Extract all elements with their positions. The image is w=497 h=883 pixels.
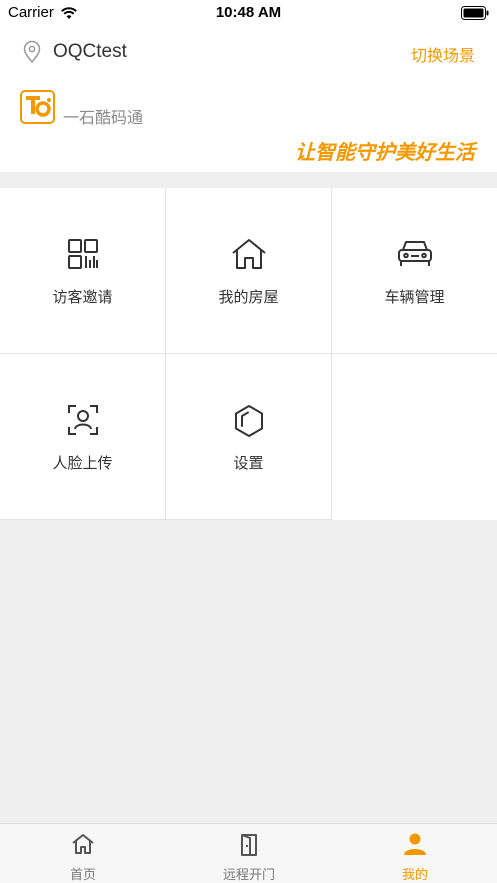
vehicle-management-button[interactable]: 车辆管理 (332, 188, 497, 354)
tab-mine-label: 我的 (401, 868, 428, 883)
tab-remote-door[interactable]: 远程开门 (166, 824, 332, 883)
tab-home-label: 首页 (69, 868, 96, 883)
settings-label: 设置 (233, 454, 264, 472)
vehicle-management-label: 车辆管理 (384, 288, 445, 306)
battery-icon (461, 5, 489, 24)
switch-scene-button[interactable]: 切换场景 (411, 42, 475, 66)
slogan: 让智能守护美好生活 (295, 140, 475, 164)
tab-home[interactable]: 首页 (0, 824, 166, 883)
qr-code-icon (0, 238, 165, 272)
tab-mine[interactable]: 我的 (332, 824, 497, 883)
location-pin-icon (21, 40, 43, 68)
my-house-button[interactable]: 我的房屋 (166, 188, 332, 354)
face-scan-icon (0, 404, 165, 438)
clock: 10:48 AM (215, 4, 282, 21)
person-icon (332, 833, 497, 855)
header-card: OQCtest 切换场景 一石酷码通 让智能守护美好生活 (0, 26, 497, 172)
house-icon (166, 238, 331, 272)
location-name: OQCtest (53, 41, 127, 62)
settings-button[interactable]: 设置 (166, 354, 332, 520)
visitor-invite-button[interactable]: 访客邀请 (0, 188, 166, 354)
empty-grid-cell (332, 354, 497, 520)
tab-bar: 首页 远程开门 我的 (0, 823, 497, 883)
visitor-invite-label: 访客邀请 (52, 288, 113, 306)
brand-logo (20, 90, 55, 124)
status-bar: Carrier 10:48 AM (0, 0, 497, 26)
face-upload-button[interactable]: 人脸上传 (0, 354, 166, 520)
screen: Carrier 10:48 AM OQCtest 切换场景 一石酷码通 让智能守… (0, 0, 497, 883)
home-icon (0, 833, 166, 855)
hexagon-settings-icon (166, 404, 331, 438)
tab-remote-door-label: 远程开门 (222, 868, 275, 883)
my-house-label: 我的房屋 (218, 288, 279, 306)
brand-name: 一石酷码通 (63, 108, 144, 127)
car-icon (332, 238, 497, 272)
door-icon (166, 833, 332, 857)
face-upload-label: 人脸上传 (52, 454, 113, 472)
